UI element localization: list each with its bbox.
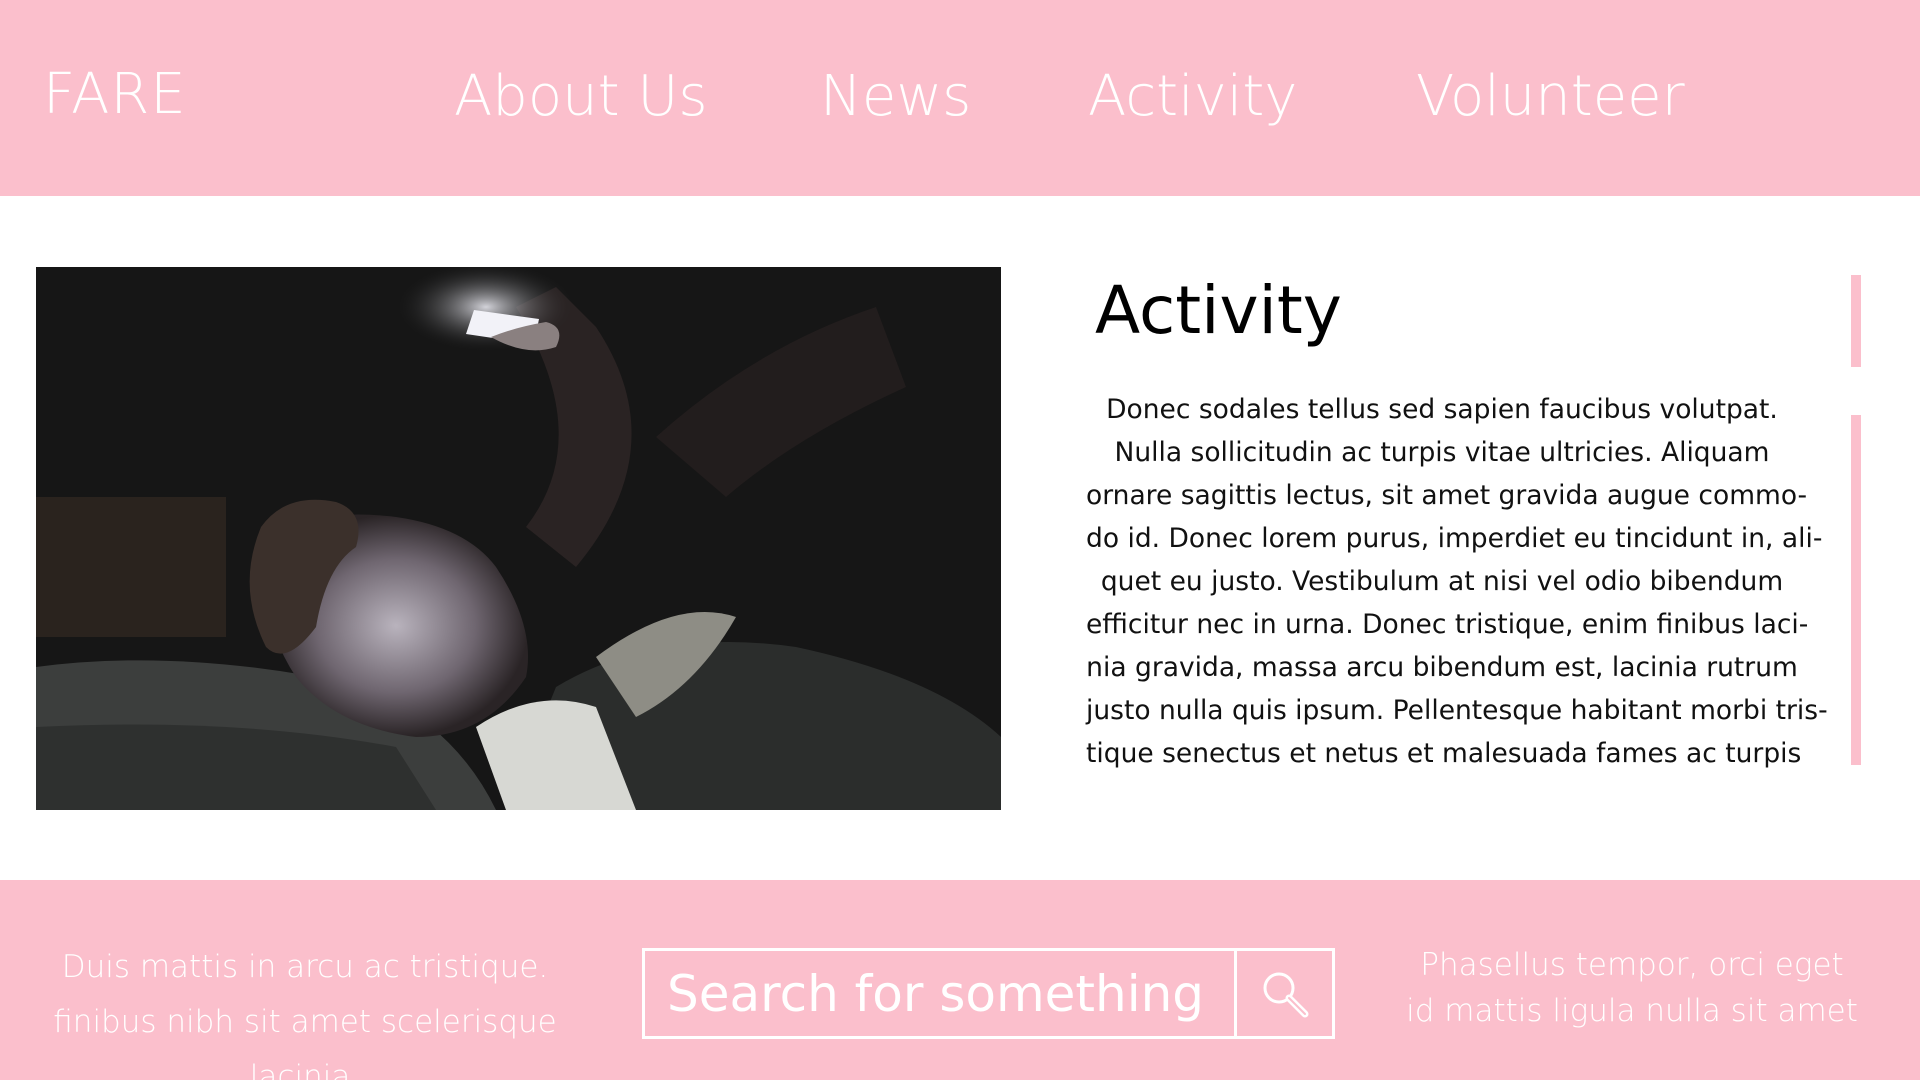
footer-right-line: id mattis ligula nulla sit amet (1406, 993, 1858, 1029)
footer-right-line: Phasellus tempor, orci eget (1420, 947, 1844, 983)
site-header: FARE About Us News Activity Volunteer (0, 0, 1920, 196)
section-body: Donec sodales tellus sed sapien faucibus… (1086, 388, 1828, 775)
search-input[interactable] (645, 951, 1233, 1036)
nav-activity[interactable]: Activity (1088, 64, 1297, 129)
section-title: Activity (1095, 272, 1342, 349)
nav-volunteer[interactable]: Volunteer (1416, 64, 1685, 129)
magnifier-icon (1263, 972, 1308, 1017)
search-box (642, 948, 1335, 1039)
body-line: do id. Donec lorem purus, imperdiet eu t… (1086, 523, 1823, 554)
activity-photo (36, 267, 1001, 810)
footer-left-text: Duis mattis in arcu ac tristique. finibu… (0, 940, 610, 1080)
site-footer: Duis mattis in arcu ac tristique. finibu… (0, 880, 1920, 1080)
body-line: nia gravida, massa arcu bibendum est, la… (1086, 652, 1798, 683)
body-line: Donec sodales tellus sed sapien faucibus… (1106, 394, 1778, 425)
footer-right-text: Phasellus tempor, orci eget id mattis li… (1372, 942, 1892, 1034)
body-line: tique senectus et netus et malesuada fam… (1086, 738, 1802, 769)
scrollbar-thumb[interactable] (1851, 275, 1861, 367)
nav-about-us[interactable]: About Us (454, 64, 708, 129)
footer-left-line: finibus nibh sit amet scelerisque lacini… (53, 1004, 557, 1080)
site-logo[interactable]: FARE (43, 62, 187, 127)
body-line: Nulla sollicitudin ac turpis vitae ultri… (1114, 437, 1770, 468)
body-line: efficitur nec in urna. Donec tristique, … (1086, 609, 1809, 640)
body-line: ornare sagittis lectus, sit amet gravida… (1086, 480, 1808, 511)
scrollbar-track[interactable] (1851, 415, 1861, 765)
nav-news[interactable]: News (820, 64, 971, 129)
body-line: quet eu justo. Vestibulum at nisi vel od… (1100, 566, 1784, 597)
footer-left-line: Duis mattis in arcu ac tristique. (61, 949, 549, 985)
search-button[interactable] (1237, 951, 1332, 1036)
body-line: justo nulla quis ipsum. Pellentesque hab… (1086, 695, 1828, 726)
